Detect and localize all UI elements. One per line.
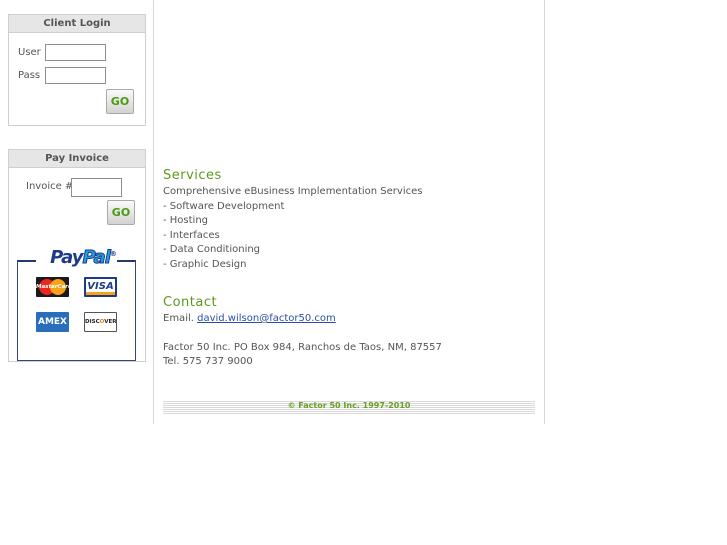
amex-icon: AMEX	[36, 312, 69, 332]
service-item: - Software Development	[163, 200, 285, 212]
paypal-registered-mark: ®	[109, 250, 117, 258]
contact-email-row: Email. david.wilson@factor50.com	[163, 312, 442, 327]
contact-section: Contact Email. david.wilson@factor50.com…	[163, 295, 442, 370]
service-item: - Interfaces	[163, 229, 220, 241]
user-input[interactable]	[45, 44, 106, 61]
pay-invoice-title: Pay Invoice	[9, 150, 145, 168]
pass-input[interactable]	[45, 67, 106, 84]
mastercard-icon: MasterCard	[36, 277, 69, 297]
paypal-logo: PayPal®	[41, 247, 125, 269]
discover-label-end: VER	[104, 319, 117, 325]
client-login-panel: Client Login User Pass GO	[8, 14, 146, 126]
paypal-logo-pay: Pay	[50, 247, 83, 268]
contact-address: Factor 50 Inc. PO Box 984, Ranchos de Ta…	[163, 341, 442, 353]
service-item: - Graphic Design	[163, 258, 247, 270]
pay-invoice-panel: Pay Invoice Invoice # GO PayPal® MasterC…	[8, 149, 146, 362]
contact-heading: Contact	[163, 295, 218, 310]
services-heading: Services	[163, 168, 222, 183]
discover-icon: DISCOVER	[84, 312, 117, 332]
footer-bar: © Factor 50 Inc. 1997-2010	[163, 400, 535, 414]
left-divider	[153, 0, 154, 424]
mastercard-label: MasterCard	[36, 284, 69, 290]
paypal-rule-left	[18, 260, 36, 262]
contact-phone: Tel. 575 737 9000	[163, 356, 253, 367]
visa-icon: VISA	[84, 277, 117, 297]
service-item: - Data Conditioning	[163, 244, 261, 255]
services-section: Services Comprehensive eBusiness Impleme…	[163, 168, 422, 272]
services-intro: Comprehensive eBusiness Implementation S…	[163, 186, 423, 197]
email-link[interactable]: david.wilson@factor50.com	[197, 313, 336, 324]
login-go-button[interactable]: GO	[106, 89, 134, 114]
discover-label-start: DISC	[85, 319, 100, 325]
invoice-input[interactable]	[71, 178, 122, 197]
invoice-go-button[interactable]: GO	[107, 200, 135, 225]
copyright-text: © Factor 50 Inc. 1997-2010	[287, 401, 411, 410]
client-login-title: Client Login	[9, 15, 145, 33]
invoice-label: Invoice #	[26, 181, 74, 192]
paypal-logo-pal: Pal	[82, 247, 111, 269]
user-label: User	[18, 47, 41, 58]
right-divider	[544, 0, 545, 424]
email-label: Email.	[163, 313, 198, 324]
pass-label: Pass	[18, 70, 41, 81]
service-item: - Hosting	[163, 215, 209, 226]
payment-methods-box: PayPal® MasterCard VISA AMEX DISCOVER	[17, 247, 136, 361]
